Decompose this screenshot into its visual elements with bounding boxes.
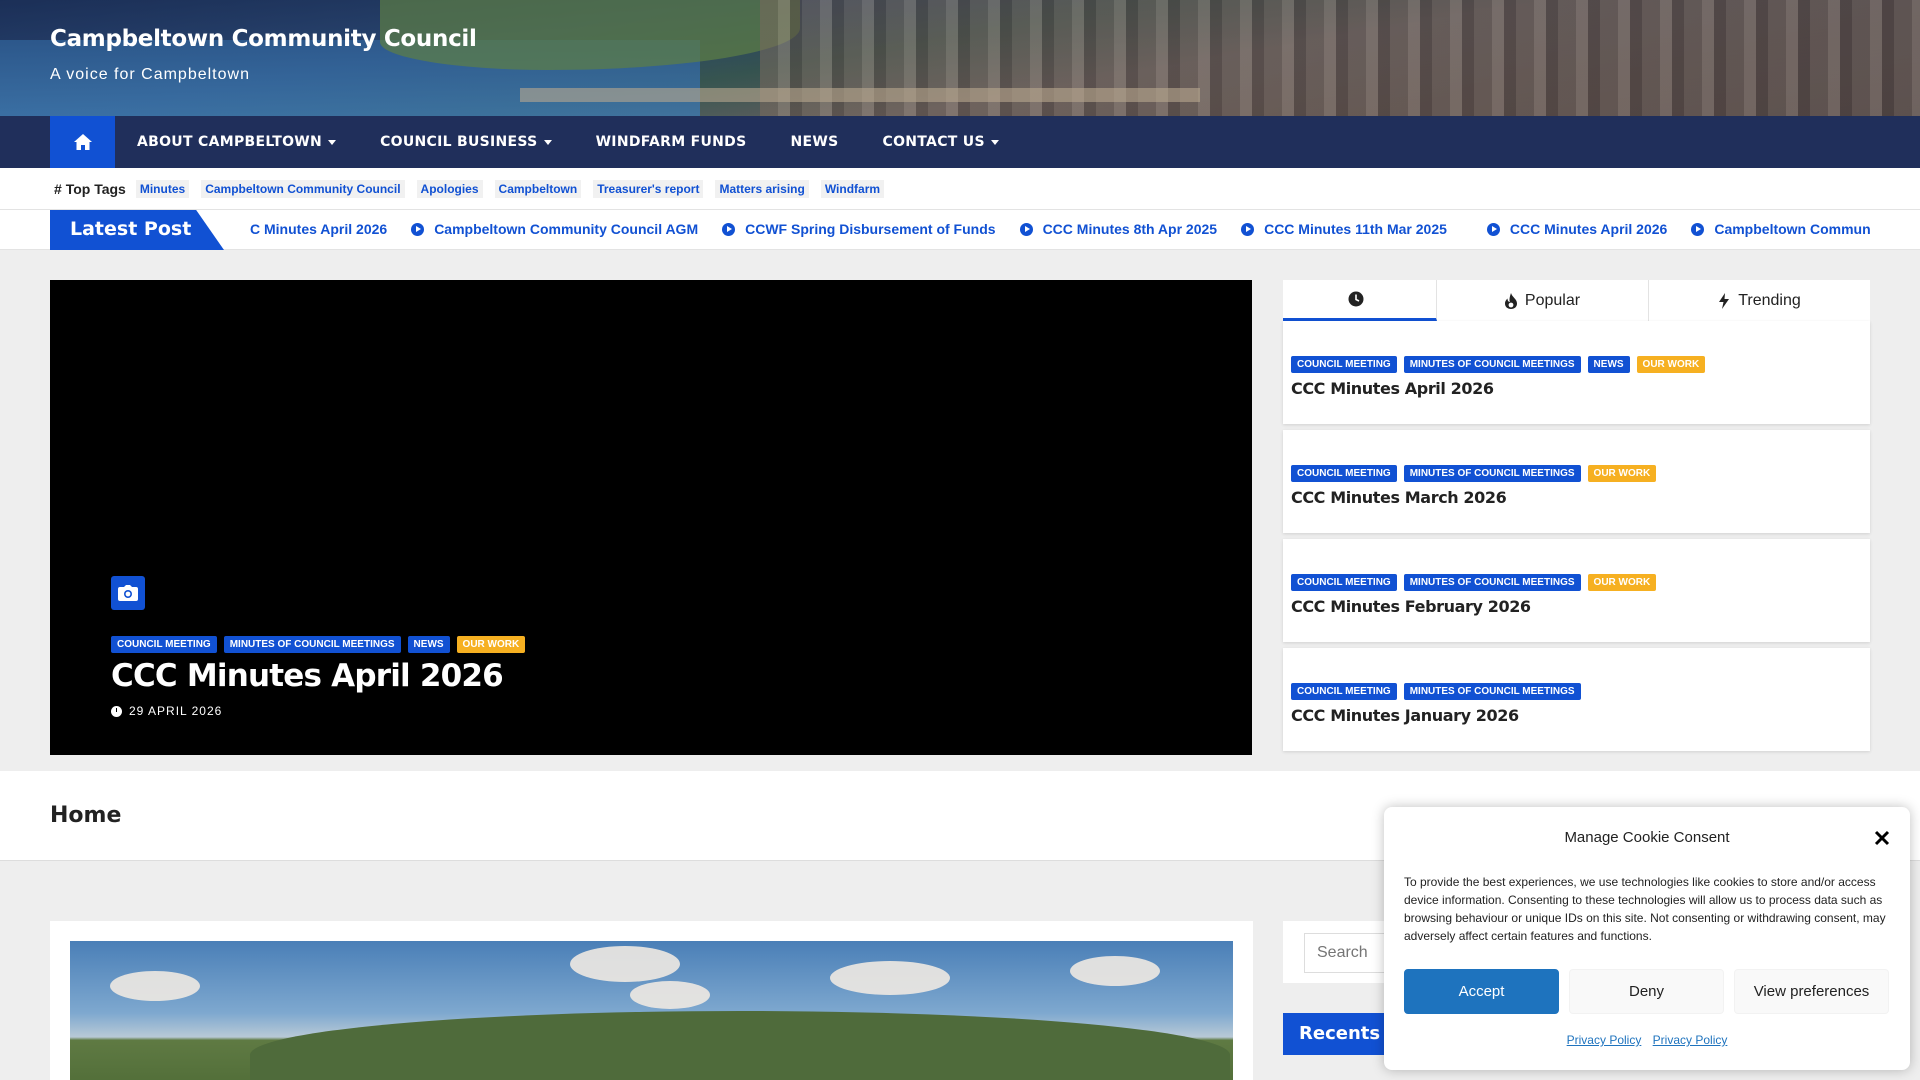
site-title[interactable]: Campbeltown Community Council (50, 26, 477, 52)
cloud-shape (570, 946, 680, 982)
ticker-item[interactable]: Campbeltown Community Council AGM (411, 221, 698, 237)
ticker-item[interactable]: CCC Minutes 8th Apr 2025 (1019, 221, 1217, 237)
arrow-circle-icon (1019, 222, 1033, 236)
nav-home-button[interactable] (50, 116, 115, 168)
camera-icon (111, 576, 145, 610)
category-badge[interactable]: MINUTES OF COUNCIL MEETINGS (1403, 465, 1581, 482)
caret-down-icon (990, 139, 999, 145)
arrow-circle-icon (1486, 222, 1500, 236)
category-badge[interactable]: NEWS (1587, 356, 1630, 373)
latest-post-label: Latest Post (50, 210, 224, 250)
clock-icon (111, 705, 122, 717)
tag-link[interactable]: Matters arising (715, 180, 809, 198)
post-thumbnail-image[interactable] (70, 941, 1233, 1080)
category-badge[interactable]: COUNCIL MEETING (1291, 574, 1397, 591)
view-preferences-button[interactable]: View preferences (1734, 969, 1889, 1014)
post-tabs: Popular Trending (1283, 280, 1870, 321)
tab-trending[interactable]: Trending (1649, 280, 1870, 321)
tag-link[interactable]: Treasurer's report (593, 180, 704, 198)
nav-item-contact-us[interactable]: CONTACT US (861, 116, 1021, 168)
nav-item-council-business[interactable]: COUNCIL BUSINESS (358, 116, 574, 168)
nav-item-windfarm-funds[interactable]: WINDFARM FUNDS (574, 116, 769, 168)
privacy-policy-link[interactable]: Privacy Policy (1567, 1033, 1642, 1047)
main-nav: ABOUT CAMPBELTOWN COUNCIL BUSINESS WINDF… (0, 116, 1920, 168)
tab-post-card[interactable]: COUNCIL MEETING MINUTES OF COUNCIL MEETI… (1283, 539, 1870, 642)
fire-icon (1504, 292, 1517, 309)
category-badge[interactable]: OUR WORK (456, 636, 526, 653)
category-badge[interactable]: MINUTES OF COUNCIL MEETINGS (1403, 683, 1581, 700)
featured-post[interactable]: COUNCIL MEETING MINUTES OF COUNCIL MEETI… (50, 280, 1252, 755)
tab-post-title[interactable]: CCC Minutes January 2026 (1291, 706, 1519, 725)
category-badge[interactable]: OUR WORK (1587, 574, 1657, 591)
latest-post-ticker: Latest Post C Minutes April 2026 Campbel… (0, 210, 1920, 250)
tab-post-title[interactable]: CCC Minutes February 2026 (1291, 597, 1531, 616)
tab-post-title[interactable]: CCC Minutes April 2026 (1291, 379, 1494, 398)
clock-icon (1348, 291, 1363, 307)
ticker-track: C Minutes April 2026 Campbeltown Communi… (250, 210, 1870, 250)
mountain-shape (250, 1011, 1230, 1080)
post-card (50, 921, 1253, 1080)
tab-post-card[interactable]: COUNCIL MEETING MINUTES OF COUNCIL MEETI… (1283, 430, 1870, 533)
ticker-item[interactable]: CCWF Spring Disbursement of Funds (722, 221, 996, 237)
arrow-circle-icon (1241, 222, 1255, 236)
cookie-consent-dialog: Manage Cookie Consent To provide the bes… (1384, 807, 1910, 1070)
top-tags-bar: # Top Tags Minutes Campbeltown Community… (0, 168, 1920, 210)
top-tags-label: # Top Tags (54, 181, 126, 197)
bolt-icon (1719, 292, 1730, 309)
featured-date: 29 APRIL 2026 (111, 704, 222, 718)
category-badge[interactable]: MINUTES OF COUNCIL MEETINGS (1403, 356, 1581, 373)
cloud-shape (630, 981, 710, 1009)
cloud-shape (1070, 956, 1160, 986)
category-badge[interactable]: COUNCIL MEETING (1291, 683, 1397, 700)
tab-recent[interactable] (1283, 280, 1437, 321)
tab-post-title[interactable]: CCC Minutes March 2026 (1291, 488, 1507, 507)
tab-post-card[interactable]: COUNCIL MEETING MINUTES OF COUNCIL MEETI… (1283, 321, 1870, 424)
category-badge[interactable]: COUNCIL MEETING (1291, 465, 1397, 482)
arrow-circle-icon (411, 222, 425, 236)
arrow-circle-icon (1691, 222, 1705, 236)
close-icon[interactable] (1871, 827, 1893, 849)
tab-popular[interactable]: Popular (1437, 280, 1649, 321)
deny-button[interactable]: Deny (1569, 969, 1724, 1014)
cookie-description: To provide the best experiences, we use … (1404, 875, 1886, 943)
category-badge[interactable]: OUR WORK (1636, 356, 1706, 373)
tag-link[interactable]: Windfarm (820, 180, 885, 198)
cookie-links: Privacy Policy Privacy Policy (1384, 1033, 1910, 1047)
featured-categories: COUNCIL MEETING MINUTES OF COUNCIL MEETI… (111, 636, 532, 653)
category-badge[interactable]: MINUTES OF COUNCIL MEETINGS (1403, 574, 1581, 591)
arrow-circle-icon (722, 222, 736, 236)
header-image-quay (520, 88, 1200, 102)
hash-icon: # (54, 181, 62, 197)
tag-link[interactable]: Minutes (135, 180, 190, 198)
category-badge[interactable]: COUNCIL MEETING (111, 636, 217, 653)
privacy-policy-link[interactable]: Privacy Policy (1653, 1033, 1728, 1047)
nav-item-news[interactable]: NEWS (768, 116, 860, 168)
ticker-item[interactable]: CCC Minutes 11th Mar 2025 (1241, 221, 1447, 237)
tag-link[interactable]: Campbeltown Community Council (201, 180, 405, 198)
tag-link[interactable]: Apologies (416, 180, 483, 198)
site-header: Campbeltown Community Council A voice fo… (0, 0, 1920, 116)
caret-down-icon (543, 139, 552, 145)
category-badge[interactable]: NEWS (407, 636, 450, 653)
cloud-shape (110, 971, 200, 1001)
site-tagline: A voice for Campbeltown (50, 66, 250, 83)
caret-down-icon (328, 139, 337, 145)
home-icon (73, 134, 92, 150)
category-badge[interactable]: MINUTES OF COUNCIL MEETINGS (223, 636, 401, 653)
nav-item-about-campbeltown[interactable]: ABOUT CAMPBELTOWN (115, 116, 358, 168)
tag-link[interactable]: Campbeltown (494, 180, 582, 198)
category-badge[interactable]: COUNCIL MEETING (1291, 356, 1397, 373)
featured-title[interactable]: CCC Minutes April 2026 (111, 658, 504, 694)
ticker-item[interactable]: CCC Minutes April 2026 (1486, 221, 1667, 237)
tab-post-card[interactable]: COUNCIL MEETING MINUTES OF COUNCIL MEETI… (1283, 648, 1870, 751)
cloud-shape (830, 961, 950, 995)
ticker-item[interactable]: C Minutes April 2026 (250, 221, 387, 237)
page-title: Home (50, 803, 122, 828)
ticker-item[interactable]: Campbeltown Communi (1691, 221, 1870, 237)
accept-button[interactable]: Accept (1404, 969, 1559, 1014)
cookie-title: Manage Cookie Consent (1564, 829, 1730, 846)
category-badge[interactable]: OUR WORK (1587, 465, 1657, 482)
